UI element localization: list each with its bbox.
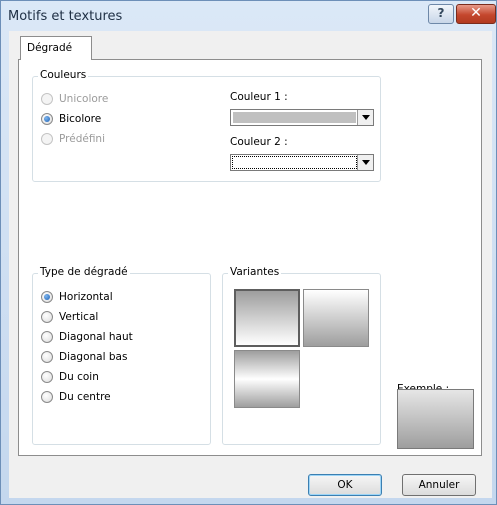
radio-du-centre[interactable]: Du centre xyxy=(41,389,111,405)
radio-button xyxy=(41,93,53,105)
radio-button xyxy=(41,331,53,343)
radio-button xyxy=(41,113,53,125)
title-bar[interactable]: Motifs et textures ? ✕ xyxy=(1,1,496,31)
radio-button xyxy=(41,291,53,303)
radio-vertical[interactable]: Vertical xyxy=(41,309,98,325)
radio-diagonal-haut[interactable]: Diagonal haut xyxy=(41,329,133,345)
radio-label: Du centre xyxy=(59,391,111,403)
radio-button xyxy=(41,391,53,403)
chevron-down-icon[interactable] xyxy=(357,110,373,125)
couleur2-swatch xyxy=(232,156,357,169)
variant-dark-to-light[interactable] xyxy=(303,289,369,347)
radio-label: Diagonal bas xyxy=(59,351,128,363)
radio-du-coin[interactable]: Du coin xyxy=(41,369,99,385)
radio-diagonal-bas[interactable]: Diagonal bas xyxy=(41,349,127,365)
radio-button xyxy=(41,371,53,383)
radio-label: Vertical xyxy=(59,311,99,323)
radio-horizontal[interactable]: Horizontal xyxy=(41,289,113,305)
radio-label: Bicolore xyxy=(59,113,102,125)
radio-button xyxy=(41,311,53,323)
radio-label: Du coin xyxy=(59,371,99,383)
variantes-legend: Variantes xyxy=(228,266,282,278)
radio-unicolore[interactable]: Unicolore xyxy=(41,91,108,107)
radio-label: Horizontal xyxy=(59,291,113,303)
ok-button[interactable]: OK xyxy=(308,474,382,496)
tab-degrade[interactable]: Dégradé xyxy=(20,36,92,60)
type-degrade-legend: Type de dégradé xyxy=(38,266,130,278)
radio-label: Diagonal haut xyxy=(59,331,133,343)
radio-label: Prédéfini xyxy=(59,133,106,145)
radio-button xyxy=(41,133,53,145)
close-icon: ✕ xyxy=(470,5,482,21)
radio-button xyxy=(41,351,53,363)
gradient-preview xyxy=(397,389,474,449)
dialog-window: Motifs et textures ? ✕ Dégradé Couleurs … xyxy=(0,0,497,505)
variant-center-out[interactable] xyxy=(234,350,300,408)
couleur2-label: Couleur 2 : xyxy=(230,136,288,148)
help-button[interactable]: ? xyxy=(428,4,454,24)
couleur2-dropdown[interactable] xyxy=(230,154,374,171)
couleur1-swatch xyxy=(233,112,356,123)
couleurs-group: Couleurs Unicolore Bicolore Prédéfini Co… xyxy=(32,69,381,182)
variant-light-to-dark[interactable] xyxy=(234,289,300,347)
type-degrade-group: Type de dégradé Horizontal Vertical Diag… xyxy=(32,266,211,445)
radio-bicolore[interactable]: Bicolore xyxy=(41,111,101,127)
chevron-down-icon[interactable] xyxy=(357,155,373,170)
couleur1-dropdown[interactable] xyxy=(230,109,374,126)
couleurs-legend: Couleurs xyxy=(38,69,89,81)
radio-predefini[interactable]: Prédéfini xyxy=(41,131,105,147)
radio-label: Unicolore xyxy=(59,93,109,105)
cancel-button[interactable]: Annuler xyxy=(402,474,476,496)
close-button[interactable]: ✕ xyxy=(456,4,496,24)
variantes-group: Variantes xyxy=(222,266,381,445)
window-title: Motifs et textures xyxy=(8,9,123,24)
tab-label: Dégradé xyxy=(27,42,73,54)
help-icon: ? xyxy=(437,6,445,20)
couleur1-label: Couleur 1 : xyxy=(230,91,288,103)
dialog-client-area: Dégradé Couleurs Unicolore Bicolore Préd… xyxy=(9,31,492,498)
